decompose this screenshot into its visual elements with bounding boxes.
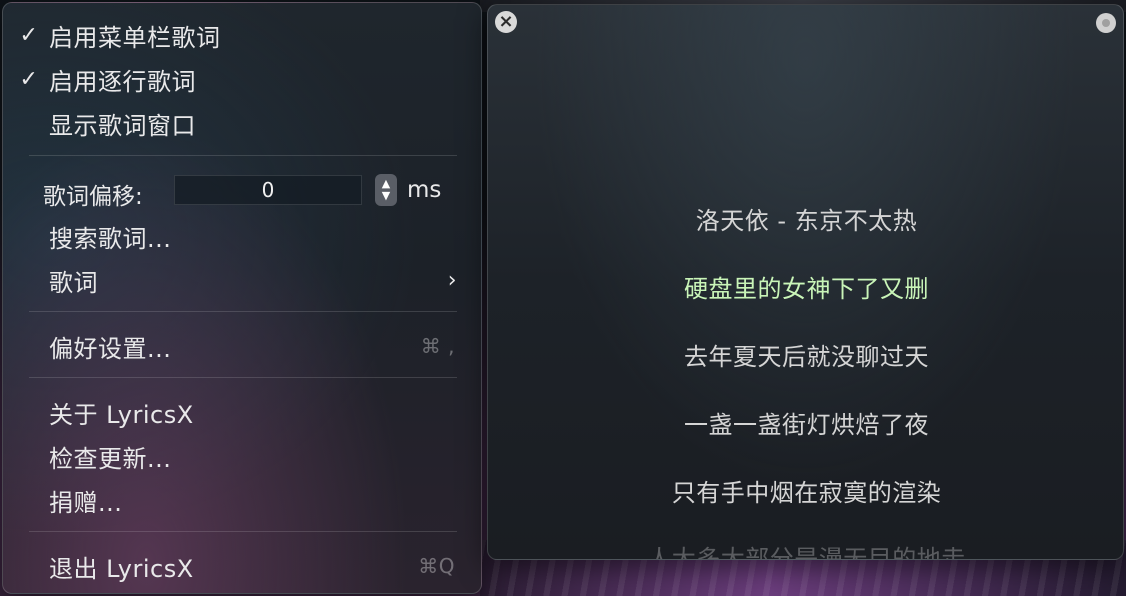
checkmark-icon: ✓ xyxy=(19,22,39,48)
menu-item-label: 歌词 xyxy=(49,268,98,297)
lyric-line: 一盏一盏街灯烘焙了夜 xyxy=(684,411,929,439)
offset-label: 歌词偏移: xyxy=(43,184,143,210)
lyric-line: 只有手中烟在寂寞的渲染 xyxy=(671,479,942,507)
lyricsx-menu: ✓ 启用菜单栏歌词 ✓ 启用逐行歌词 显示歌词窗口 歌词偏移: 0 ▲ ▼ ms… xyxy=(2,2,482,594)
lyrics-offset-row: 歌词偏移: 0 ▲ ▼ ms xyxy=(3,171,481,211)
menu-item-label: 显示歌词窗口 xyxy=(49,111,196,140)
menu-item-label: 偏好设置... xyxy=(49,334,172,363)
menu-item-enable-line-lyrics[interactable]: ✓ 启用逐行歌词 xyxy=(3,59,481,99)
lyric-line-current: 硬盘里的女神下了又删 xyxy=(684,275,929,303)
stepper-down-icon[interactable]: ▼ xyxy=(382,190,390,202)
menu-separator xyxy=(29,531,457,532)
menu-item-lyrics-submenu[interactable]: 歌词 › xyxy=(3,260,481,300)
menu-item-label: 检查更新... xyxy=(49,444,172,473)
menu-item-check-updates[interactable]: 检查更新... xyxy=(3,436,481,476)
menu-item-preferences[interactable]: 偏好设置... ⌘ , xyxy=(3,326,481,366)
menu-separator xyxy=(29,311,457,312)
menu-item-show-lyrics-window[interactable]: 显示歌词窗口 xyxy=(3,103,481,143)
checkmark-icon: ✓ xyxy=(19,66,39,92)
shortcut-text: ⌘ , xyxy=(420,334,455,358)
menu-item-search-lyrics[interactable]: 搜索歌词... xyxy=(3,216,481,256)
menu-item-label: 搜索歌词... xyxy=(49,224,172,253)
menu-separator xyxy=(29,155,457,156)
menu-item-about[interactable]: 关于 LyricsX xyxy=(3,392,481,432)
menu-item-quit[interactable]: 退出 LyricsX ⌘Q xyxy=(3,546,481,586)
menu-item-label: 启用逐行歌词 xyxy=(49,67,196,96)
menu-item-label: 退出 LyricsX xyxy=(49,554,194,583)
lyric-line: 去年夏天后就没聊过天 xyxy=(684,343,929,371)
chevron-right-icon: › xyxy=(447,267,457,293)
menu-item-label: 捐赠... xyxy=(49,488,123,517)
lyrics-window: × 洛天依 - 东京不太热 硬盘里的女神下了又删 去年夏天后就没聊过天 一盏一盏… xyxy=(487,4,1124,560)
offset-unit: ms xyxy=(407,177,442,203)
menu-item-label: 启用菜单栏歌词 xyxy=(49,23,221,52)
menu-separator xyxy=(29,377,457,378)
window-control-dot-icon[interactable] xyxy=(1096,13,1116,33)
offset-input[interactable]: 0 xyxy=(174,175,362,205)
shortcut-text: ⌘Q xyxy=(418,554,455,578)
lyric-line-faded: 人大多大部分是漫无目的地走 xyxy=(647,545,966,560)
offset-stepper[interactable]: ▲ ▼ xyxy=(375,174,397,206)
lyric-line-title: 洛天依 - 东京不太热 xyxy=(695,207,918,235)
menu-item-label: 关于 LyricsX xyxy=(49,400,194,429)
menu-item-enable-menubar-lyrics[interactable]: ✓ 启用菜单栏歌词 xyxy=(3,15,481,55)
menu-item-donate[interactable]: 捐赠... xyxy=(3,480,481,520)
close-icon[interactable]: × xyxy=(495,11,517,33)
